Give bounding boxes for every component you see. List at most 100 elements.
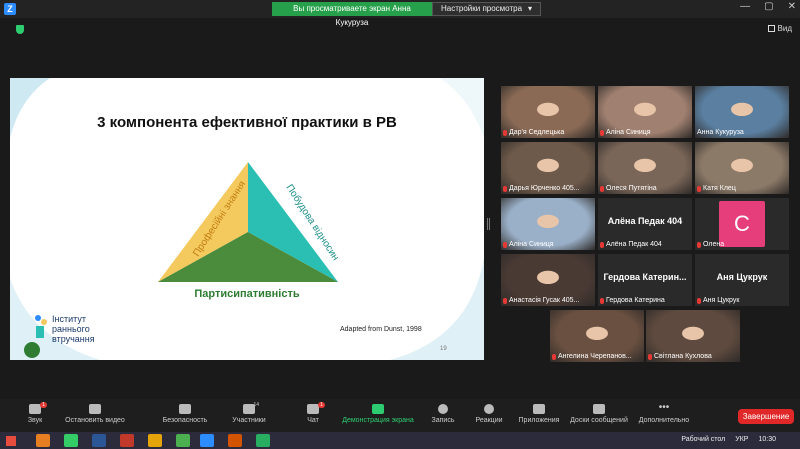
record-button[interactable]: Запись <box>428 404 458 424</box>
participant-name: Анна Кукуруза <box>697 129 744 136</box>
participant-name: Анастасія Гусак 405... <box>509 297 580 304</box>
participant-name: Дарья Юрченко 405... <box>509 185 580 192</box>
end-meeting-button[interactable]: Завершение <box>738 409 794 424</box>
muted-mic-icon <box>600 129 604 136</box>
muted-mic-icon <box>503 185 507 192</box>
slide-number: 19 <box>440 346 447 352</box>
slide-title: 3 компонента ефективної практики в РВ <box>97 114 397 131</box>
participant-tile[interactable]: Аня Цукрук Аня Цукрук <box>695 254 789 306</box>
participant-tile[interactable]: Анна Кукуруза <box>695 86 789 138</box>
bottom-label: Партисипативність <box>194 288 300 300</box>
participant-name: Катя Клец <box>703 185 736 192</box>
share-banner: Вы просматриваете экран Анна Кукуруза На… <box>272 2 542 27</box>
ellipsis-icon: ••• <box>658 402 670 413</box>
muted-mic-icon <box>697 241 701 248</box>
app-icon[interactable] <box>120 434 134 447</box>
start-icon[interactable] <box>6 436 16 446</box>
whiteboard-button[interactable]: Доски сообщений <box>568 404 630 424</box>
excel-icon[interactable] <box>256 434 270 447</box>
participant-label: Дарья Юрченко 405... <box>503 185 580 192</box>
title-bar: Z Вы просматриваете экран Анна Кукуруза … <box>0 0 800 27</box>
participant-label: Катя Клец <box>697 185 736 192</box>
split-drag-handle[interactable] <box>487 218 490 230</box>
avatar: C <box>719 201 765 247</box>
muted-mic-icon <box>552 353 556 360</box>
shield-icon[interactable] <box>16 25 24 34</box>
window-controls: — ▢ ✕ <box>740 1 796 12</box>
muted-mic-icon <box>600 241 604 248</box>
stop-video-button[interactable]: Остановить видео <box>62 404 128 424</box>
chat-button[interactable]: 1 Чат <box>302 402 325 424</box>
annotate-pencil-icon[interactable] <box>24 342 40 358</box>
word-icon[interactable] <box>92 434 106 447</box>
close-button[interactable]: ✕ <box>788 1 796 12</box>
system-tray: Рабочий стол УКР 10:30 <box>681 436 776 443</box>
clock: 10:30 <box>758 436 776 443</box>
participant-label: Аліна Синиця <box>503 241 554 248</box>
participant-tile[interactable]: Олеся Путятіна <box>598 142 692 194</box>
participant-tile[interactable]: Гердова Катерин... Гердова Катерина <box>598 254 692 306</box>
participant-tile[interactable]: Дар'я Седлецька <box>501 86 595 138</box>
view-settings-button[interactable]: Настройки просмотра ▾ <box>432 2 542 16</box>
participant-name: Ангелина Черепанов... <box>558 353 632 360</box>
participant-label: Олеся Путятіна <box>600 185 657 192</box>
muted-mic-icon <box>503 297 507 304</box>
chevron-down-icon: ▾ <box>528 4 533 13</box>
participant-tile[interactable]: Алёна Педак 404 Алёна Педак 404 <box>598 198 692 250</box>
institute-logo-icon <box>35 315 47 338</box>
participant-label: Аліна Синиця <box>600 129 651 136</box>
participant-name: Аліна Синиця <box>606 129 651 136</box>
explorer-icon[interactable] <box>64 434 78 447</box>
participant-name: Аліна Синиця <box>509 241 554 248</box>
participant-name: Аня Цукрук <box>703 297 740 304</box>
security-button[interactable]: Безопасность <box>160 404 210 424</box>
windows-taskbar: Рабочий стол УКР 10:30 <box>0 432 800 449</box>
folder-icon[interactable] <box>148 434 162 447</box>
participants-button[interactable]: 14 Участники <box>228 402 270 424</box>
camera-icon <box>89 404 101 414</box>
participant-name-card: Гердова Катерин... <box>603 272 687 282</box>
sharing-status: Вы просматриваете экран Анна Кукуруза <box>272 2 432 27</box>
sound-button[interactable]: 1 Звук <box>20 402 50 424</box>
participant-tile[interactable]: C Олена <box>695 198 789 250</box>
participant-tile[interactable]: Ангелина Черепанов... <box>550 310 644 362</box>
source-caption: Adapted from Dunst, 1998 <box>340 326 422 333</box>
minimize-button[interactable]: — <box>740 1 750 12</box>
participant-name: Олеся Путятіна <box>606 185 657 192</box>
more-button[interactable]: ••• Дополнительно <box>636 402 692 425</box>
participant-tile[interactable]: Катя Клец <box>695 142 789 194</box>
muted-mic-icon <box>648 353 652 360</box>
smiley-icon <box>484 404 494 414</box>
participant-label: Аня Цукрук <box>697 297 739 304</box>
muted-mic-icon <box>600 297 604 304</box>
participant-name: Світлана Кухлова <box>654 353 712 360</box>
reactions-button[interactable]: Реакции <box>474 404 504 424</box>
zoom-logo-icon: Z <box>4 3 16 15</box>
participant-label: Анастасія Гусак 405... <box>503 297 579 304</box>
participant-name-card: Аня Цукрук <box>716 272 768 282</box>
pdf-icon[interactable] <box>228 434 242 447</box>
participant-label: Анна Кукуруза <box>697 129 744 136</box>
participant-tile[interactable]: Анастасія Гусак 405... <box>501 254 595 306</box>
whiteboard-icon <box>593 404 605 414</box>
participant-tile[interactable]: Дарья Юрченко 405... <box>501 142 595 194</box>
share-screen-icon <box>372 404 384 414</box>
chat-icon: 1 <box>307 402 325 414</box>
participant-tile[interactable]: Світлана Кухлова <box>646 310 740 362</box>
chrome-icon[interactable] <box>176 434 190 447</box>
muted-mic-icon <box>503 241 507 248</box>
apps-icon <box>533 404 545 414</box>
share-screen-button[interactable]: Демонстрация экрана <box>340 404 416 424</box>
participant-tile[interactable]: Аліна Синиця <box>501 198 595 250</box>
apps-button[interactable]: Приложения <box>516 404 562 424</box>
zoom-app-icon[interactable] <box>200 434 214 447</box>
maximize-button[interactable]: ▢ <box>764 1 773 12</box>
participant-label: Алёна Педак 404 <box>600 241 662 248</box>
microphone-icon: 1 <box>29 402 47 414</box>
view-button[interactable]: Вид <box>767 24 792 33</box>
firefox-icon[interactable] <box>36 434 50 447</box>
people-icon: 14 <box>243 402 259 414</box>
triangle-diagram: Професійні знання Побудова відносин <box>158 162 338 282</box>
shield-icon <box>179 404 191 414</box>
participant-tile[interactable]: Аліна Синиця <box>598 86 692 138</box>
